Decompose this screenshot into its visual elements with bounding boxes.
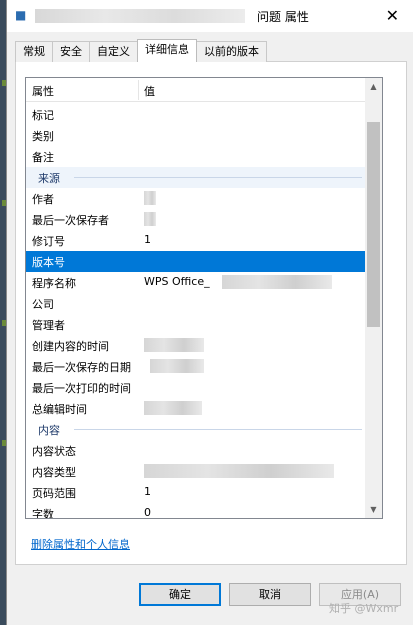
blurred-value [144,401,202,415]
ok-button[interactable]: 确定 [139,583,221,606]
list-item[interactable]: 内容状态 [26,440,366,461]
group-header-source[interactable]: 来源 [26,167,366,188]
scroll-down-icon[interactable]: ▼ [365,501,382,518]
list-item-selected[interactable]: 版本号 [26,251,366,272]
list-item[interactable]: 最后一次保存者 [26,209,366,230]
list-item[interactable]: 内容类型 [26,461,366,482]
list-item[interactable]: 程序名称 WPS Office_ [26,272,366,293]
scroll-up-icon[interactable]: ▲ [365,78,382,95]
blurred-value [222,275,332,289]
list-item[interactable]: 公司 [26,293,366,314]
close-icon[interactable]: ✕ [386,6,399,25]
properties-dialog: ■ 问题 属性 ✕ 常规 安全 自定义 详细信息 以前的版本 属性 值 标记 类… [6,0,413,625]
list-item[interactable]: 修订号 1 [26,230,366,251]
blurred-value [144,212,156,226]
group-divider [74,429,362,430]
list-item[interactable]: 创建内容的时间 [26,335,366,356]
group-header-content[interactable]: 内容 [26,419,366,440]
scrollbar-thumb[interactable] [367,122,380,327]
list-item[interactable]: 管理者 [26,314,366,335]
blurred-value [150,359,204,373]
column-header-property[interactable]: 属性 [32,83,54,99]
blurred-value [144,191,156,205]
list-item[interactable]: 最后一次保存的日期 [26,356,366,377]
group-divider [74,177,362,178]
list-item[interactable]: 作者 [26,188,366,209]
blurred-value [144,338,204,352]
tab-general[interactable]: 常规 [15,41,53,62]
blurred-value [144,464,334,478]
tab-previous-versions[interactable]: 以前的版本 [196,41,267,62]
list-item[interactable]: 总编辑时间 [26,398,366,419]
title-blurred-filename [35,9,245,23]
list-item[interactable]: 字数 0 [26,503,366,518]
list-item[interactable]: 类别 [26,125,366,146]
tab-details[interactable]: 详细信息 [137,39,197,62]
tab-security[interactable]: 安全 [52,41,90,62]
title-bar[interactable]: ■ 问题 属性 ✕ [7,0,413,32]
properties-list[interactable]: 属性 值 标记 类别 备注 来源 作者 最后一次保存者 修订号 1 版本号 程序名… [25,77,383,519]
document-icon: ■ [15,8,27,22]
column-header-value[interactable]: 值 [144,83,155,99]
list-item[interactable]: 标记 [26,104,366,125]
tab-strip: 常规 安全 自定义 详细信息 以前的版本 [15,39,267,62]
column-divider[interactable] [138,80,139,100]
window-title: 问题 属性 [257,10,309,24]
list-header: 属性 值 [26,78,366,102]
vertical-scrollbar[interactable]: ▲ ▼ [365,78,382,518]
cancel-button[interactable]: 取消 [229,583,311,606]
list-item[interactable]: 备注 [26,146,366,167]
tab-custom[interactable]: 自定义 [89,41,138,62]
watermark: 知乎 @Wxmr [329,602,399,615]
list-item[interactable]: 页码范围 1 [26,482,366,503]
list-item[interactable]: 最后一次打印的时间 [26,377,366,398]
remove-properties-link[interactable]: 删除属性和个人信息 [31,536,130,552]
